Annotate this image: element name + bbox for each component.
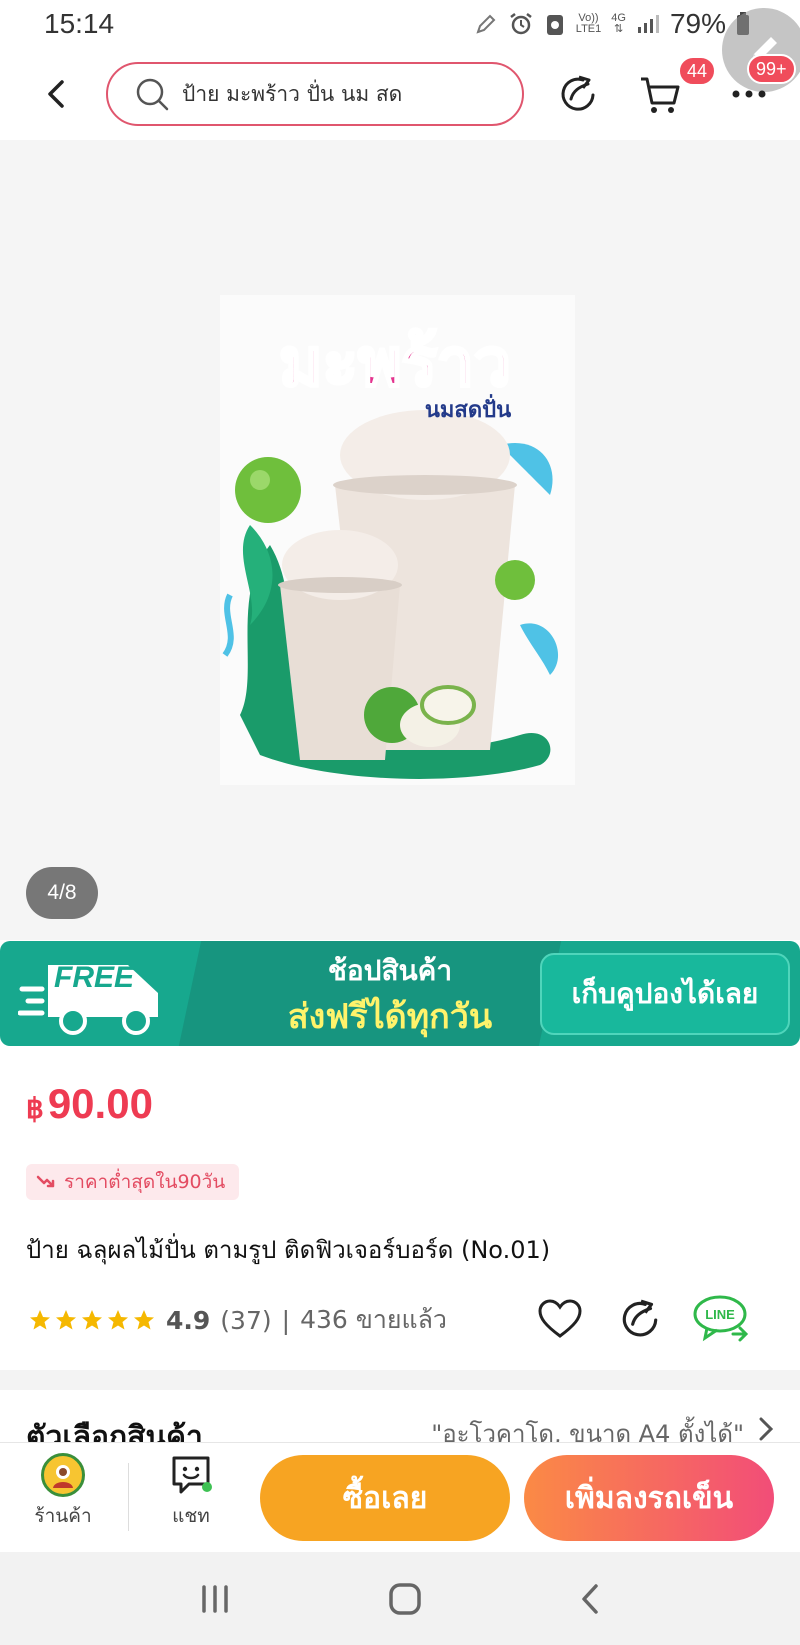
star-icon <box>82 1310 102 1330</box>
share-icon <box>622 1299 658 1337</box>
notification-badge: 99+ <box>747 54 796 84</box>
more-menu-button[interactable]: 99+ <box>725 54 796 120</box>
options-label: ตัวเลือกสินค้า <box>26 1420 203 1442</box>
share-product-button[interactable] <box>614 1293 666 1345</box>
product-options-row[interactable]: ตัวเลือกสินค้า "อะโวคาโด, ขนาด A4 ตั้งได… <box>0 1392 800 1442</box>
rating-separator: | <box>281 1305 291 1335</box>
chevron-left-icon <box>48 80 64 108</box>
product-page: 15:14 Vo)) LTE1 4G ⇅ 79% ป้าย มะพร้าว ปั่น… <box>0 0 800 1645</box>
bar-divider <box>128 1463 129 1531</box>
system-navigation-bar <box>0 1552 800 1645</box>
poster-subtitle-text: นมสดปั่น <box>425 393 511 423</box>
collect-coupon-button[interactable]: เก็บคูปองได้เลย <box>540 953 790 1035</box>
chat-icon <box>172 1456 212 1494</box>
chat-label: แชท <box>172 1505 210 1527</box>
poster-title-text: มะพร้าว <box>279 324 511 401</box>
battery-percent: 79% <box>669 8 726 39</box>
net-bottom-label: LTE1 <box>575 23 602 35</box>
currency-symbol: ฿ <box>26 1093 44 1124</box>
pencil-icon <box>476 14 496 34</box>
favorite-button[interactable] <box>534 1293 586 1345</box>
trend-down-icon <box>36 1175 55 1188</box>
status-time: 15:14 <box>44 8 115 39</box>
top-navigation: ป้าย มะพร้าว ปั่น นม สด 44 99+ <box>0 52 800 138</box>
product-price: ฿90.00 <box>26 1080 153 1128</box>
add-to-cart-button[interactable]: เพิ่มลงรถเข็น <box>524 1455 774 1541</box>
rating-row[interactable]: 4.9 (37) | 436 ขายแล้ว <box>28 1300 447 1340</box>
shopping-cart-icon <box>641 77 680 113</box>
back-button[interactable] <box>36 74 76 114</box>
shipping-banner-title: ช้อปสินค้า <box>327 954 453 987</box>
back-nav-icon[interactable] <box>578 1582 602 1616</box>
chat-button[interactable]: แชท <box>150 1453 232 1543</box>
star-icon <box>30 1310 50 1330</box>
line-share-button[interactable]: LINE <box>692 1293 752 1345</box>
search-query-text: ป้าย มะพร้าว ปั่น นม สด <box>182 81 403 106</box>
star-icon <box>134 1310 154 1330</box>
shop-button[interactable]: ร้านค้า <box>22 1453 104 1543</box>
product-title: ป้าย ฉลุผลไม้ปั่น ตามรูป ติดฟิวเจอร์บอร์… <box>26 1236 551 1264</box>
star-icon <box>108 1310 128 1330</box>
review-count: (37) <box>220 1305 272 1335</box>
star-icon <box>56 1310 76 1330</box>
free-shipping-banner[interactable]: FREE ช้อปสินค้า ส่งฟรีได้ทุกวัน เก็บคูปอ… <box>0 941 800 1046</box>
section-divider <box>0 1370 800 1390</box>
selected-option-value: "อะโวคาโด, ขนาด A4 ตั้งได้" <box>431 1420 744 1442</box>
free-label: FREE <box>54 961 135 994</box>
shipping-banner-subtitle: ส่งฟรีได้ทุกวัน <box>287 997 493 1037</box>
recycle-icon <box>546 15 563 35</box>
share-icon <box>561 75 595 111</box>
heart-icon <box>538 1299 582 1338</box>
cart-button[interactable]: 44 <box>636 56 717 120</box>
shop-logo-icon <box>53 1465 73 1488</box>
price-value: 90.00 <box>47 1080 153 1127</box>
star-rating <box>28 1308 156 1332</box>
chevron-right-icon <box>759 1417 774 1441</box>
signal-icon <box>637 15 659 33</box>
product-image-gallery[interactable]: มะพร้าว นมสดปั่น 4/8 <box>0 140 800 940</box>
network-volte-indicator: Vo)) LTE1 <box>576 13 601 35</box>
more-dots-icon <box>732 90 766 98</box>
line-share-icon: LINE <box>693 1295 749 1342</box>
alarm-icon <box>510 13 532 35</box>
search-icon <box>136 78 169 111</box>
buy-now-button[interactable]: ซื้อเลย <box>260 1455 510 1541</box>
recent-apps-icon[interactable] <box>198 1584 232 1614</box>
bottom-action-bar: ร้านค้า แชท ซื้อเลย เพิ่มลงรถเข็น <box>0 1442 800 1552</box>
svg-text:LINE: LINE <box>705 1307 735 1322</box>
rating-value: 4.9 <box>166 1305 211 1335</box>
home-icon[interactable] <box>388 1582 422 1616</box>
shop-avatar <box>41 1453 85 1497</box>
status-bar: 15:14 Vo)) LTE1 4G ⇅ 79% <box>0 0 800 92</box>
share-button[interactable] <box>554 68 602 120</box>
lowest-price-label: ราคาต่ำสุดใน90วัน <box>64 1171 226 1193</box>
network-4g-indicator: 4G ⇅ <box>611 12 626 35</box>
sold-count: 436 ขายแล้ว <box>300 1305 447 1334</box>
lowest-price-badge: ราคาต่ำสุดใน90วัน <box>26 1164 240 1200</box>
image-pager-indicator: 4/8 <box>26 867 98 919</box>
status-icons: Vo)) LTE1 4G ⇅ 79% <box>474 8 750 40</box>
shop-label: ร้านค้า <box>34 1505 92 1527</box>
search-input[interactable]: ป้าย มะพร้าว ปั่น นม สด <box>106 62 524 126</box>
cart-count-badge: 44 <box>678 56 717 86</box>
product-poster-image: มะพร้าว นมสดปั่น <box>220 295 575 785</box>
